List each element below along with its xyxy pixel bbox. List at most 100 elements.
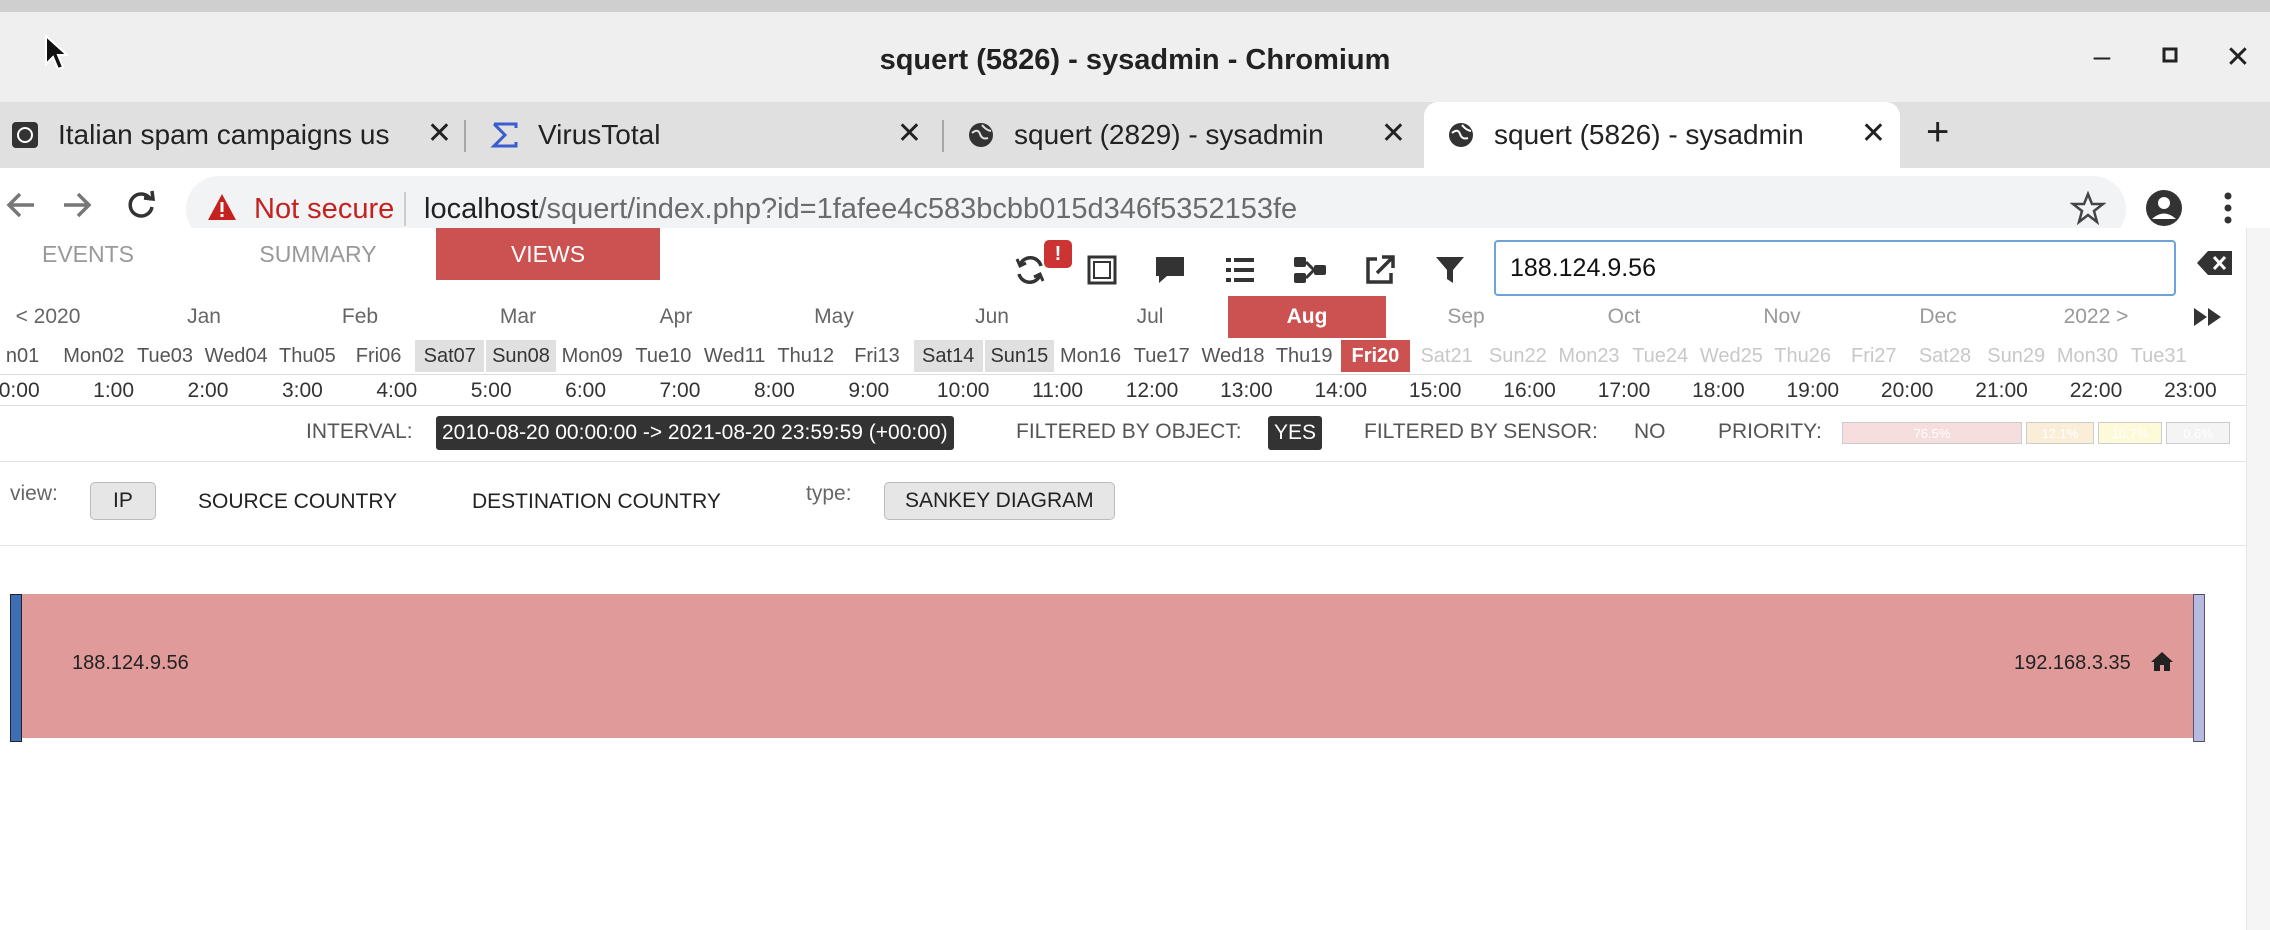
- month-may[interactable]: May: [780, 296, 888, 338]
- day-cell[interactable]: Sat21: [1412, 340, 1481, 372]
- search-input[interactable]: 188.124.9.56: [1494, 240, 2176, 296]
- month-prev-year[interactable]: < 2020: [0, 296, 96, 338]
- month-apr[interactable]: Apr: [622, 296, 730, 338]
- back-button[interactable]: [4, 188, 38, 231]
- hour-cell[interactable]: 23:00: [2143, 375, 2237, 407]
- close-tab-icon[interactable]: ✕: [1861, 116, 1886, 151]
- hour-cell[interactable]: 1:00: [66, 375, 160, 407]
- hour-cell[interactable]: 11:00: [1010, 375, 1104, 407]
- day-cell[interactable]: Mon02: [59, 340, 128, 372]
- warning-icon[interactable]: [206, 192, 238, 227]
- url-text[interactable]: localhost/squert/index.php?id=1fafee4c58…: [424, 193, 1297, 226]
- view-destination-country-button[interactable]: DESTINATION COUNTRY: [472, 490, 721, 514]
- hour-cell[interactable]: 8:00: [727, 375, 821, 407]
- month-sep[interactable]: Sep: [1412, 296, 1520, 338]
- day-cell[interactable]: Mon23: [1554, 340, 1623, 372]
- month-mar[interactable]: Mar: [464, 296, 572, 338]
- hour-cell[interactable]: 16:00: [1482, 375, 1576, 407]
- day-cell[interactable]: Thu26: [1768, 340, 1837, 372]
- day-cell[interactable]: Mon30: [2053, 340, 2122, 372]
- day-cell[interactable]: Sat28: [1910, 340, 1979, 372]
- hour-cell[interactable]: 14:00: [1294, 375, 1388, 407]
- day-cell[interactable]: Tue24: [1626, 340, 1695, 372]
- hour-cell[interactable]: 2:00: [161, 375, 255, 407]
- day-cell[interactable]: Sat14: [913, 340, 983, 372]
- month-oct[interactable]: Oct: [1570, 296, 1678, 338]
- expand-frame-icon[interactable]: [1082, 250, 1122, 290]
- hour-cell[interactable]: 4:00: [350, 375, 444, 407]
- hour-cell[interactable]: 10:00: [916, 375, 1010, 407]
- day-cell[interactable]: Sun08: [486, 340, 556, 372]
- maximize-button[interactable]: [2150, 38, 2190, 72]
- hour-cell[interactable]: 15:00: [1388, 375, 1482, 407]
- tab-events[interactable]: EVENTS: [0, 228, 176, 280]
- day-cell[interactable]: Sat07: [415, 340, 485, 372]
- interval-value[interactable]: 2010-08-20 00:00:00 -> 2021-08-20 23:59:…: [436, 416, 954, 450]
- type-sankey-button[interactable]: SANKEY DIAGRAM: [884, 482, 1115, 520]
- day-cell[interactable]: Fri13: [842, 340, 911, 372]
- close-tab-icon[interactable]: ✕: [1381, 116, 1406, 151]
- day-cell[interactable]: Fri20: [1340, 340, 1410, 372]
- not-secure-label[interactable]: Not secure: [254, 193, 394, 226]
- hour-cell[interactable]: 5:00: [444, 375, 538, 407]
- sankey-flow-link[interactable]: [16, 594, 2198, 738]
- view-source-country-button[interactable]: SOURCE COUNTRY: [198, 490, 397, 514]
- day-cell[interactable]: n01: [0, 340, 57, 372]
- day-cell[interactable]: Sun15: [984, 340, 1054, 372]
- day-cell[interactable]: Sun29: [1982, 340, 2051, 372]
- day-cell[interactable]: Mon16: [1056, 340, 1125, 372]
- month-dec[interactable]: Dec: [1884, 296, 1992, 338]
- day-cell[interactable]: Tue17: [1127, 340, 1196, 372]
- month-jul[interactable]: Jul: [1096, 296, 1204, 338]
- tab-squert-5826[interactable]: squert (5826) - sysadmin ✕: [1424, 102, 1900, 168]
- hour-cell[interactable]: 3:00: [255, 375, 349, 407]
- hour-cell[interactable]: 9:00: [822, 375, 916, 407]
- comment-icon[interactable]: [1150, 250, 1190, 290]
- day-cell[interactable]: Tue31: [2124, 340, 2193, 372]
- sankey-destination-node[interactable]: [2193, 594, 2205, 742]
- day-cell[interactable]: Tue10: [629, 340, 698, 372]
- vertical-scrollbar[interactable]: [2246, 228, 2270, 930]
- month-feb[interactable]: Feb: [306, 296, 414, 338]
- close-tab-icon[interactable]: ✕: [897, 116, 922, 151]
- hour-cell[interactable]: 12:00: [1105, 375, 1199, 407]
- day-cell[interactable]: Thu12: [771, 340, 840, 372]
- network-graph-icon[interactable]: [1290, 250, 1330, 290]
- hour-cell[interactable]: 19:00: [1766, 375, 1860, 407]
- fast-forward-icon[interactable]: [2188, 296, 2228, 338]
- new-tab-button[interactable]: +: [1926, 110, 1949, 155]
- day-cell[interactable]: Fri06: [344, 340, 413, 372]
- tab-views[interactable]: VIEWS: [436, 228, 660, 280]
- list-icon[interactable]: [1220, 250, 1260, 290]
- hour-cell[interactable]: 22:00: [2049, 375, 2143, 407]
- bookmark-star-icon[interactable]: [2069, 190, 2107, 231]
- menu-kebab-icon[interactable]: [2222, 188, 2234, 233]
- hour-cell[interactable]: 21:00: [1954, 375, 2048, 407]
- hour-cell[interactable]: 13:00: [1199, 375, 1293, 407]
- month-jun[interactable]: Jun: [938, 296, 1046, 338]
- reload-button[interactable]: [124, 188, 158, 231]
- tab-squert-2829[interactable]: squert (2829) - sysadmin ✕: [948, 102, 1420, 168]
- external-link-icon[interactable]: [1360, 250, 1400, 290]
- minimize-button[interactable]: –: [2082, 40, 2122, 74]
- hour-cell[interactable]: 7:00: [633, 375, 727, 407]
- tab-virustotal[interactable]: VirusTotal ✕: [470, 102, 936, 168]
- clear-search-icon[interactable]: [2196, 250, 2234, 281]
- view-ip-button[interactable]: IP: [90, 482, 156, 520]
- hour-cell[interactable]: 18:00: [1671, 375, 1765, 407]
- tab-italian-spam[interactable]: Italian spam campaigns us ✕: [0, 102, 466, 168]
- tab-summary[interactable]: SUMMARY: [182, 228, 454, 280]
- profile-icon[interactable]: [2144, 188, 2184, 233]
- day-cell[interactable]: Wed11: [700, 340, 769, 372]
- day-cell[interactable]: Wed18: [1198, 340, 1267, 372]
- day-cell[interactable]: Fri27: [1839, 340, 1908, 372]
- filter-icon[interactable]: [1430, 250, 1470, 290]
- day-cell[interactable]: Wed04: [202, 340, 271, 372]
- day-cell[interactable]: Thu05: [273, 340, 342, 372]
- month-nov[interactable]: Nov: [1728, 296, 1836, 338]
- day-cell[interactable]: Tue03: [130, 340, 199, 372]
- hour-cell[interactable]: 17:00: [1577, 375, 1671, 407]
- month-next-year[interactable]: 2022 >: [2036, 296, 2156, 338]
- forward-button[interactable]: [60, 188, 94, 231]
- month-aug[interactable]: Aug: [1228, 296, 1386, 338]
